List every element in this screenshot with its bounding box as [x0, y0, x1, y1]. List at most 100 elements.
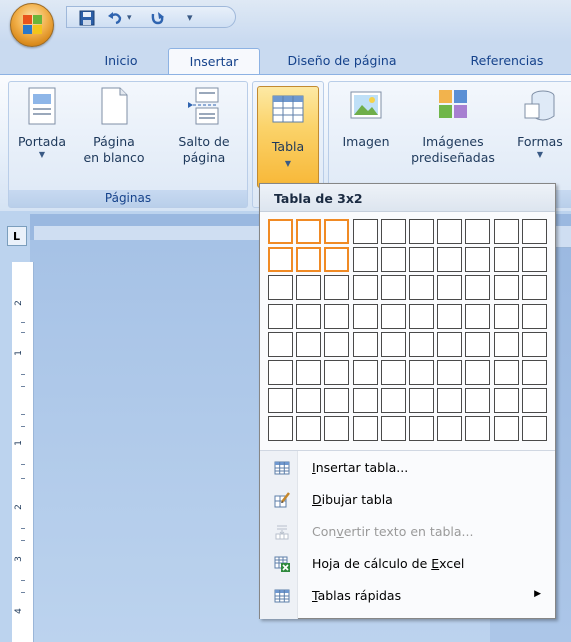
grid-cell[interactable] [296, 247, 322, 273]
grid-cell[interactable] [380, 303, 406, 329]
grid-cell[interactable] [409, 388, 434, 414]
grid-cell[interactable] [380, 247, 406, 273]
grid-cell[interactable] [380, 360, 406, 385]
pagina-en-blanco-button[interactable]: Página en blanco [79, 86, 149, 166]
grid-cell[interactable] [352, 388, 378, 414]
grid-cell[interactable] [324, 331, 350, 357]
grid-cell[interactable] [296, 303, 322, 329]
grid-cell[interactable] [465, 331, 491, 357]
salto-de-pagina-button[interactable]: Salto de página [169, 86, 239, 166]
grid-cell[interactable] [465, 219, 491, 244]
grid-cell[interactable] [324, 219, 350, 244]
grid-cell[interactable] [521, 360, 547, 385]
grid-cell[interactable] [409, 275, 434, 301]
grid-cell[interactable] [465, 360, 491, 385]
grid-cell[interactable] [493, 416, 519, 442]
grid-cell[interactable] [437, 331, 463, 357]
grid-cell[interactable] [324, 247, 350, 273]
grid-cell[interactable] [409, 416, 434, 442]
undo-dropdown-icon[interactable]: ▾ [127, 10, 132, 26]
menu-item-dibujar-tabla[interactable]: Dibujar tabla [260, 484, 555, 516]
grid-cell[interactable] [380, 219, 406, 244]
grid-cell[interactable] [296, 416, 322, 442]
grid-cell[interactable] [352, 247, 378, 273]
grid-cell[interactable] [493, 219, 519, 244]
grid-cell[interactable] [296, 275, 322, 301]
grid-cell[interactable] [352, 275, 378, 301]
grid-cell[interactable] [268, 303, 293, 329]
grid-cell[interactable] [324, 388, 350, 414]
grid-cell[interactable] [521, 388, 547, 414]
save-icon[interactable] [79, 10, 95, 26]
grid-cell[interactable] [409, 360, 434, 385]
grid-cell[interactable] [465, 303, 491, 329]
grid-cell[interactable] [296, 388, 322, 414]
grid-cell[interactable] [493, 303, 519, 329]
grid-cell[interactable] [409, 247, 434, 273]
office-button[interactable] [10, 3, 54, 47]
tab-selector[interactable]: L [7, 226, 27, 246]
table-size-grid[interactable] [268, 219, 550, 443]
grid-cell[interactable] [521, 247, 547, 273]
menu-item-hoja-excel[interactable]: Hoja de cálculo de Excel [260, 548, 555, 580]
grid-cell[interactable] [521, 303, 547, 329]
tabla-button[interactable]: Tabla ▼ [257, 86, 319, 188]
redo-icon[interactable] [149, 10, 165, 26]
grid-cell[interactable] [296, 219, 322, 244]
formas-button[interactable]: Formas ▼ [509, 86, 571, 160]
vertical-ruler[interactable]: 2 1 1 2 3 4 [12, 262, 34, 642]
tab-inicio[interactable]: Inicio [86, 48, 156, 76]
grid-cell[interactable] [437, 247, 463, 273]
grid-cell[interactable] [268, 247, 293, 273]
grid-cell[interactable] [268, 331, 293, 357]
undo-icon[interactable] [107, 10, 123, 26]
grid-cell[interactable] [324, 303, 350, 329]
grid-cell[interactable] [380, 416, 406, 442]
grid-cell[interactable] [521, 275, 547, 301]
grid-cell[interactable] [437, 388, 463, 414]
grid-cell[interactable] [352, 219, 378, 244]
grid-cell[interactable] [268, 388, 293, 414]
grid-cell[interactable] [268, 275, 293, 301]
grid-cell[interactable] [324, 360, 350, 385]
grid-cell[interactable] [493, 247, 519, 273]
grid-cell[interactable] [437, 303, 463, 329]
grid-cell[interactable] [493, 360, 519, 385]
grid-cell[interactable] [437, 360, 463, 385]
grid-cell[interactable] [465, 247, 491, 273]
grid-cell[interactable] [521, 331, 547, 357]
imagen-button[interactable]: Imagen [335, 86, 397, 150]
grid-cell[interactable] [324, 416, 350, 442]
tab-referencias[interactable]: Referencias [446, 48, 568, 76]
grid-cell[interactable] [380, 331, 406, 357]
menu-item-insertar-tabla[interactable]: Insertar tabla... [260, 452, 555, 484]
grid-cell[interactable] [409, 303, 434, 329]
grid-cell[interactable] [409, 331, 434, 357]
grid-cell[interactable] [493, 331, 519, 357]
portada-button[interactable]: Portada ▼ [13, 86, 71, 160]
grid-cell[interactable] [437, 219, 463, 244]
grid-cell[interactable] [493, 388, 519, 414]
grid-cell[interactable] [352, 416, 378, 442]
grid-cell[interactable] [352, 360, 378, 385]
imagenes-prediseñadas-button[interactable]: Imágenes prediseñadas [405, 86, 501, 166]
menu-item-convertir-texto[interactable]: Convertir texto en tabla... [260, 516, 555, 548]
grid-cell[interactable] [352, 303, 378, 329]
grid-cell[interactable] [324, 275, 350, 301]
grid-cell[interactable] [409, 219, 434, 244]
grid-cell[interactable] [268, 219, 293, 244]
menu-item-tablas-rapidas[interactable]: Tablas rápidas ▶ [260, 580, 555, 612]
grid-cell[interactable] [493, 275, 519, 301]
grid-cell[interactable] [296, 360, 322, 385]
grid-cell[interactable] [437, 416, 463, 442]
grid-cell[interactable] [380, 388, 406, 414]
grid-cell[interactable] [465, 275, 491, 301]
customize-icon[interactable]: ▾ [187, 10, 193, 26]
tab-diseno-pagina[interactable]: Diseño de página [274, 48, 410, 76]
grid-cell[interactable] [268, 416, 293, 442]
grid-cell[interactable] [521, 416, 547, 442]
grid-cell[interactable] [465, 416, 491, 442]
grid-cell[interactable] [268, 360, 293, 385]
grid-cell[interactable] [521, 219, 547, 244]
grid-cell[interactable] [380, 275, 406, 301]
